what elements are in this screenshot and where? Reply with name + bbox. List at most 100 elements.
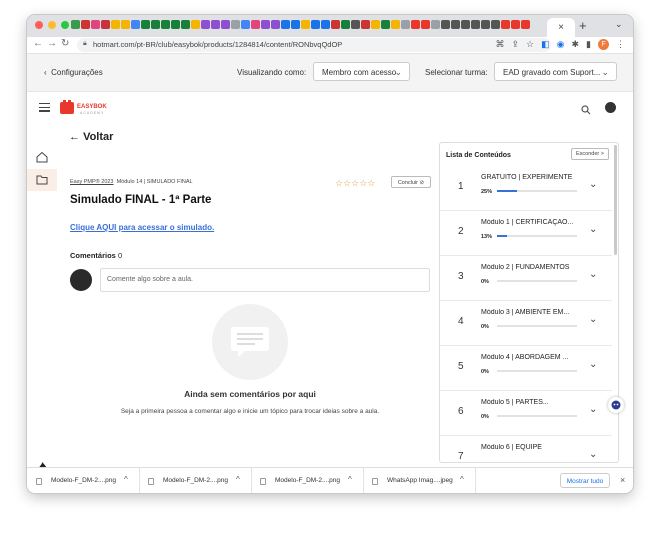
tab-favicon-icon[interactable] [321, 20, 330, 29]
back-button[interactable]: ← Voltar [69, 131, 113, 143]
tab-favicon-icon[interactable] [381, 20, 390, 29]
tab-favicon-icon[interactable] [151, 20, 160, 29]
tab-favicon-icon[interactable] [351, 20, 360, 29]
module-item[interactable]: 4 Módulo 3 | AMBIENTE EM... 0% ⌄ [440, 300, 612, 346]
tab-favicon-icon[interactable] [271, 20, 280, 29]
extension-icon[interactable]: ◧ [541, 39, 550, 50]
tab-favicon-icon[interactable] [211, 20, 220, 29]
tab-favicon-icon[interactable] [521, 20, 530, 29]
hamburger-menu-icon[interactable] [39, 103, 50, 114]
user-avatar[interactable] [605, 102, 616, 113]
tab-favicon-icon[interactable] [481, 20, 490, 29]
lock-icon[interactable]: 🔒︎ [83, 40, 87, 48]
tab-favicon-icon[interactable] [451, 20, 460, 29]
breadcrumb-course-link[interactable]: Easy PMP® 2023 [70, 179, 114, 185]
content-list-scrollbar[interactable] [614, 145, 617, 255]
rating-stars[interactable]: ☆☆☆☆☆ [335, 178, 375, 189]
module-item[interactable]: 3 Módulo 2 | FUNDAMENTOS 0% ⌄ [440, 255, 612, 301]
tab-favicon-icon[interactable] [81, 20, 90, 29]
translate-icon[interactable]: ⌘ [496, 39, 505, 50]
chevron-down-icon[interactable]: ⌄ [589, 224, 597, 235]
download-item[interactable]: Modelo-F_DM-2....png ^ [27, 468, 140, 493]
tab-favicon-icon[interactable] [251, 20, 260, 29]
hide-list-button[interactable]: Esconder > [571, 148, 609, 160]
puzzle-icon[interactable]: ✱ [572, 39, 580, 50]
help-chat-button[interactable] [608, 397, 624, 413]
easybok-logo[interactable]: EASYBOK ACADEMY [60, 100, 118, 121]
close-tab-icon[interactable]: × [558, 22, 564, 33]
tab-favicon-icon[interactable] [231, 20, 240, 29]
tab-favicon-icon[interactable] [191, 20, 200, 29]
download-item[interactable]: Modelo-F_DM-2....png ^ [139, 468, 252, 493]
profile-avatar[interactable]: F [598, 39, 609, 50]
tab-favicon-icon[interactable] [141, 20, 150, 29]
sync-icon[interactable]: ◉ [557, 39, 565, 50]
minimize-window-button[interactable] [48, 21, 56, 29]
tab-favicon-icon[interactable] [91, 20, 100, 29]
address-bar[interactable]: 🔒︎ hotmart.com/pt-BR/club/easybok/produc… [77, 38, 551, 52]
kebab-menu-icon[interactable]: ⋮ [616, 39, 625, 50]
tab-favicon-icon[interactable] [171, 20, 180, 29]
tab-favicon-icon[interactable] [421, 20, 430, 29]
tab-favicon-icon[interactable] [311, 20, 320, 29]
tab-favicon-icon[interactable] [441, 20, 450, 29]
tab-favicon-icon[interactable] [101, 20, 110, 29]
tab-favicon-icon[interactable] [241, 20, 250, 29]
tab-favicon-icon[interactable] [131, 20, 140, 29]
rail-folder[interactable] [27, 169, 57, 191]
tab-favicon-icon[interactable] [181, 20, 190, 29]
tab-favicon-icon[interactable] [411, 20, 420, 29]
new-tab-button[interactable]: + [579, 18, 587, 33]
back-arrow-icon[interactable]: ← [33, 38, 43, 49]
flame-icon[interactable] [38, 459, 47, 467]
rail-home[interactable] [27, 147, 57, 169]
tab-favicon-icon[interactable] [511, 20, 520, 29]
module-item[interactable]: 2 Módulo 1 | CERTIFICAÇÃO... 13% ⌄ [440, 210, 612, 256]
download-item[interactable]: Modelo-F_DM-2....png ^ [251, 468, 364, 493]
viewing-select[interactable]: Membro com acesso ⌄ [313, 62, 410, 81]
chevron-up-icon[interactable]: ^ [236, 475, 240, 484]
sidepanel-icon[interactable]: ▮ [586, 39, 591, 50]
tab-favicon-icon[interactable] [111, 20, 120, 29]
tab-favicon-icon[interactable] [291, 20, 300, 29]
config-back-link[interactable]: ‹ Configurações [44, 68, 103, 77]
tab-favicon-icon[interactable] [121, 20, 130, 29]
close-window-button[interactable] [35, 21, 43, 29]
show-all-downloads-button[interactable]: Mostrar tudo [560, 473, 610, 488]
tab-favicon-icon[interactable] [501, 20, 510, 29]
module-item[interactable]: 6 Módulo 5 | PARTES... 0% ⌄ [440, 390, 612, 436]
module-item[interactable]: 5 Módulo 4 | ABORDAGEM ... 0% ⌄ [440, 345, 612, 391]
tab-search-button[interactable]: ⌄ [615, 19, 623, 30]
tab-favicon-icon[interactable] [161, 20, 170, 29]
simulado-link[interactable]: Clique AQUI para acessar o simulado. [70, 223, 214, 232]
tab-favicon-icon[interactable] [361, 20, 370, 29]
chevron-down-icon[interactable]: ⌄ [589, 314, 597, 325]
active-tab[interactable]: × [547, 18, 575, 37]
tab-favicon-icon[interactable] [391, 20, 400, 29]
chevron-up-icon[interactable]: ^ [348, 475, 352, 484]
tab-favicon-icon[interactable] [331, 20, 340, 29]
tab-favicon-icon[interactable] [221, 20, 230, 29]
chevron-up-icon[interactable]: ^ [124, 475, 128, 484]
turma-select[interactable]: EAD gravado com Suport... ⌄ [494, 62, 617, 81]
bookmark-star-icon[interactable]: ☆ [526, 39, 534, 50]
tab-favicon-icon[interactable] [491, 20, 500, 29]
comment-input[interactable]: Comente algo sobre a aula. [100, 268, 430, 292]
chevron-down-icon[interactable]: ⌄ [589, 449, 597, 460]
tab-favicon-icon[interactable] [281, 20, 290, 29]
chevron-down-icon[interactable]: ⌄ [589, 359, 597, 370]
close-downloads-icon[interactable]: × [620, 475, 625, 485]
forward-arrow-icon[interactable]: → [47, 38, 57, 49]
chevron-up-icon[interactable]: ^ [460, 475, 464, 484]
concluir-button[interactable]: Concluir ⊘ [391, 176, 431, 188]
tab-favicon-icon[interactable] [341, 20, 350, 29]
chevron-down-icon[interactable]: ⌄ [589, 269, 597, 280]
reload-icon[interactable]: ↻ [61, 38, 69, 49]
module-item[interactable]: 1 GRATUITO | EXPERIMENTE 25% ⌄ [440, 165, 612, 211]
share-icon[interactable]: ⇪ [512, 39, 520, 50]
tab-favicon-icon[interactable] [401, 20, 410, 29]
url-text[interactable]: hotmart.com/pt-BR/club/easybok/products/… [93, 40, 342, 49]
tab-favicon-icon[interactable] [461, 20, 470, 29]
tab-favicon-icon[interactable] [71, 20, 80, 29]
download-item[interactable]: WhatsApp Imag....jpeg ^ [363, 468, 476, 493]
